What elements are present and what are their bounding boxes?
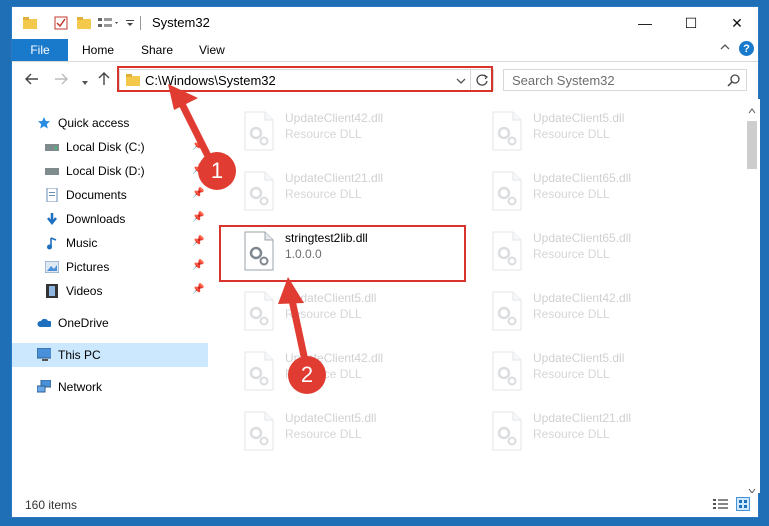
arrowhead-file: [278, 277, 304, 304]
step-badge-2: 2: [288, 356, 326, 394]
annotation-arrows: [168, 84, 308, 360]
arrow-to-file: [288, 296, 308, 360]
step-badge-1: 1: [198, 152, 236, 190]
